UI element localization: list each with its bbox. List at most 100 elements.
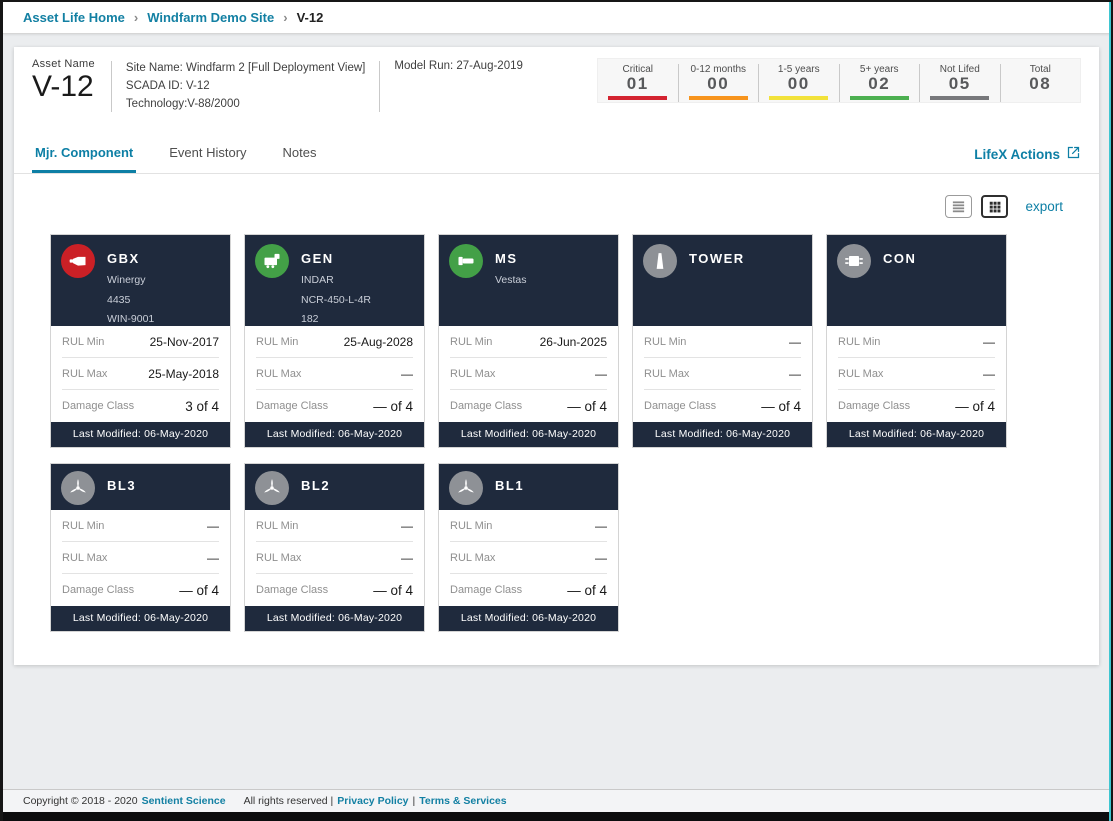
card-body: RUL Min 26-Jun-2025 RUL Max — Damage Cla… — [439, 326, 618, 422]
window-bottom-bar — [3, 812, 1111, 821]
rul-max-label: RUL Max — [450, 367, 496, 380]
rul-min-value: 26-Jun-2025 — [539, 334, 607, 349]
component-card[interactable]: MS Vestas RUL Min 26-Jun-2025 RUL Max — … — [438, 234, 619, 449]
asset-name: V-12 — [32, 70, 94, 103]
breadcrumb-item[interactable]: Asset Life Home — [23, 10, 125, 25]
main-panel: Asset Name V-12 Site Name: Windfarm 2 [F… — [14, 47, 1099, 665]
component-card[interactable]: GEN INDAR NCR-450-L-4R 182 RUL Min 25-Aug-… — [244, 234, 425, 449]
lifing-badge: Not Lifed 05 — [919, 64, 1000, 102]
converter-icon — [837, 244, 871, 279]
blade-icon — [61, 470, 95, 505]
component-card[interactable]: TOWER RUL Min — RUL Max — Damage Class —… — [632, 234, 813, 449]
tower-icon — [643, 244, 677, 279]
card-header: BL1 — [439, 464, 618, 511]
card-last-modified: Last Modified: 06-May-2020 — [51, 606, 230, 632]
scada-id: SCADA ID: V-12 — [125, 79, 210, 92]
rul-max-row: RUL Max — — [450, 542, 607, 575]
grid-view-icon[interactable] — [981, 195, 1009, 219]
card-last-modified: Last Modified: 06-May-2020 — [245, 606, 424, 632]
rul-min-row: RUL Min 26-Jun-2025 — [450, 326, 607, 359]
damage-class-label: Damage Class — [62, 400, 135, 413]
rul-max-value: — — [595, 366, 607, 381]
breadcrumb-separator-icon: › — [133, 10, 139, 25]
rul-min-value: — — [595, 518, 607, 533]
badge-underline — [930, 95, 990, 100]
tabs-row: Mjr. Component Event History Notes LifeX A… — [14, 139, 1099, 175]
card-title: CON — [883, 251, 917, 267]
rul-min-row: RUL Min — — [62, 510, 219, 543]
rul-min-value: — — [401, 518, 413, 533]
component-card[interactable]: BL2 RUL Min — RUL Max — Damage Class — o… — [244, 463, 425, 633]
tab-mjr-component[interactable]: Mjr. Component — [32, 139, 137, 174]
blade-icon — [449, 470, 483, 505]
site-info: Site Name: Windfarm 2 [Full Deployment V… — [112, 58, 379, 115]
tab-notes[interactable]: Notes — [280, 139, 320, 173]
rul-min-row: RUL Min 25-Nov-2017 — [62, 326, 219, 359]
badge-value: 00 — [787, 74, 810, 93]
gearbox-icon — [61, 244, 95, 279]
damage-class-row: Damage Class — of 4 — [450, 574, 607, 606]
privacy-policy-link[interactable]: Privacy Policy — [337, 795, 408, 807]
badge-value: 02 — [868, 74, 891, 93]
badge-underline — [849, 95, 909, 100]
rul-min-value: 25-Aug-2028 — [343, 334, 413, 349]
card-title: BL2 — [301, 477, 331, 493]
rul-max-row: RUL Max — — [450, 358, 607, 391]
tab-event-history[interactable]: Event History — [166, 139, 249, 173]
rul-max-value: — — [207, 550, 219, 565]
lifex-actions-link[interactable]: LifeX Actions — [974, 145, 1081, 173]
card-body: RUL Min — RUL Max — Damage Class — of 4 — [439, 510, 618, 606]
lifex-actions-label: LifeX Actions — [974, 146, 1060, 162]
component-card[interactable]: GBX Winergy 4435 WIN-9001 RUL Min 25-Nov-2… — [50, 234, 231, 449]
badge-value: 08 — [1029, 74, 1052, 93]
card-last-modified: Last Modified: 06-May-2020 — [439, 422, 618, 448]
component-card[interactable]: CON RUL Min — RUL Max — Damage Class — o… — [826, 234, 1007, 449]
rul-min-row: RUL Min — — [644, 326, 801, 359]
badge-value: 01 — [626, 74, 649, 93]
badge-underline — [769, 95, 829, 100]
damage-class-value: — of 4 — [373, 582, 413, 598]
card-header: MS Vestas — [439, 235, 618, 327]
card-body: RUL Min — RUL Max — Damage Class — of 4 — [245, 510, 424, 606]
breadcrumb-separator-icon: › — [283, 10, 288, 25]
damage-class-label: Damage Class — [256, 584, 329, 597]
rul-min-label: RUL Min — [838, 335, 881, 348]
rul-max-label: RUL Max — [256, 367, 302, 380]
card-title: TOWER — [689, 251, 745, 267]
component-card[interactable]: BL3 RUL Min — RUL Max — Damage Class — o… — [50, 463, 231, 633]
rights-text: All rights reserved | — [243, 795, 334, 807]
rul-max-value: 25-May-2018 — [148, 366, 219, 381]
lifing-badge: 5+ years 02 — [838, 64, 920, 102]
card-title: BL1 — [495, 477, 525, 493]
card-last-modified: Last Modified: 06-May-2020 — [51, 422, 230, 448]
damage-class-value: — of 4 — [567, 398, 607, 414]
asset-header: Asset Name V-12 Site Name: Windfarm 2 [F… — [14, 47, 1099, 115]
badge-value: 00 — [707, 74, 730, 93]
rul-min-row: RUL Min 25-Aug-2028 — [256, 326, 413, 359]
card-title: MS — [495, 251, 518, 267]
lifing-badge-strip: Critical 01 0-12 months 00 1-5 years 00 5+ yea… — [597, 58, 1081, 103]
breadcrumb-item[interactable]: Windfarm Demo Site — [147, 10, 274, 25]
footer-separator: | — [412, 795, 416, 807]
badge-value: 05 — [948, 74, 971, 93]
company-link[interactable]: Sentient Science — [142, 795, 226, 807]
card-last-modified: Last Modified: 06-May-2020 — [633, 422, 812, 448]
rul-max-value: — — [789, 366, 801, 381]
list-view-icon[interactable] — [945, 195, 973, 219]
rul-max-value: — — [595, 550, 607, 565]
rul-max-row: RUL Max — — [256, 358, 413, 391]
damage-class-row: Damage Class — of 4 — [62, 574, 219, 606]
rul-min-label: RUL Min — [62, 335, 105, 348]
export-link[interactable]: export — [1025, 199, 1063, 214]
rul-min-label: RUL Min — [450, 519, 493, 532]
rul-max-label: RUL Max — [256, 551, 302, 564]
damage-class-value: — of 4 — [179, 582, 219, 598]
rul-min-value: 25-Nov-2017 — [149, 334, 219, 349]
card-body: RUL Min — RUL Max — Damage Class — of 4 — [51, 510, 230, 606]
rul-max-value: — — [401, 550, 413, 565]
component-card[interactable]: BL1 RUL Min — RUL Max — Damage Class — o… — [438, 463, 619, 633]
terms-link[interactable]: Terms & Services — [419, 795, 506, 807]
page-footer: Copyright © 2018 - 2020 Sentient Science… — [3, 789, 1111, 812]
card-header: BL3 — [51, 464, 230, 511]
lifing-badge: 1-5 years 00 — [758, 64, 839, 102]
